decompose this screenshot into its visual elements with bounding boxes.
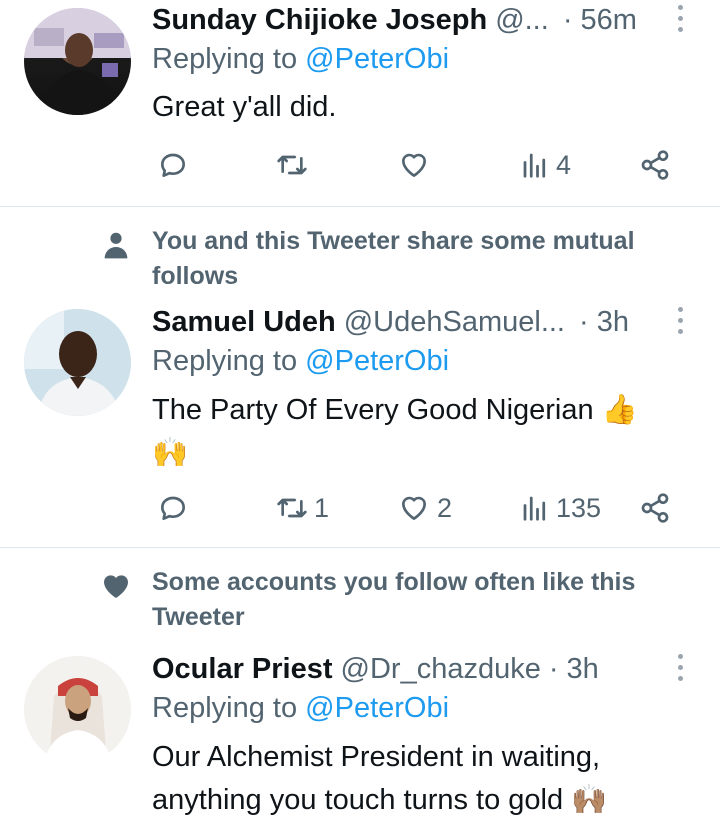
tweet-text-line: Great y'all did. xyxy=(152,91,337,123)
like-count: 2 xyxy=(437,492,453,523)
views-icon xyxy=(523,153,546,178)
avatar[interactable] xyxy=(24,8,131,115)
share-icon xyxy=(641,493,669,523)
like-button[interactable]: 2 xyxy=(397,488,452,528)
retweet-icon xyxy=(277,498,307,518)
replying-to-label: Replying to xyxy=(152,43,298,75)
tweet-1[interactable]: Sunday Chijioke Joseph @... · 56m Replyi… xyxy=(0,0,720,206)
tweet-2[interactable]: You and this Tweeter share some mutual f… xyxy=(0,207,720,547)
views-button[interactable]: 4 xyxy=(520,145,571,185)
reply-icon xyxy=(161,496,185,520)
mention-link[interactable]: @PeterObi xyxy=(305,692,449,724)
replying-to-label: Replying to xyxy=(152,345,298,377)
mention-link[interactable]: @PeterObi xyxy=(305,345,449,377)
display-name[interactable]: Sunday Chijioke Joseph xyxy=(152,4,487,37)
user-handle[interactable]: @Dr_chazduke xyxy=(341,653,541,686)
tweet-text: Our Alchemist President in waiting, anyt… xyxy=(152,736,692,822)
social-context: Some accounts you follow often like this… xyxy=(152,568,636,631)
replying-to-line: Replying to @PeterObi xyxy=(152,43,449,76)
tweet-time[interactable]: · 56m xyxy=(563,4,637,37)
avatar-figure xyxy=(24,309,131,416)
more-options-icon[interactable] xyxy=(672,304,688,336)
replying-to-label: Replying to xyxy=(152,692,298,724)
retweet-button[interactable] xyxy=(274,145,310,185)
tweet-text: The Party Of Every Good Nigerian 👍 🙌 xyxy=(152,389,692,475)
tweet-header: Sunday Chijioke Joseph @... · 56m xyxy=(152,0,670,40)
tweet-time[interactable]: · 3h xyxy=(549,653,599,686)
replying-to-line: Replying to @PeterObi xyxy=(152,345,449,378)
heart-icon xyxy=(402,496,426,520)
views-button[interactable]: 135 xyxy=(520,488,601,528)
tweet-text-line: Our Alchemist President in waiting, xyxy=(152,741,601,773)
reply-icon xyxy=(161,153,185,177)
share-icon xyxy=(641,150,669,180)
avatar-figure xyxy=(24,8,131,115)
mention-link[interactable]: @PeterObi xyxy=(305,43,449,75)
retweet-count: 1 xyxy=(314,492,330,523)
avatar-figure xyxy=(24,656,131,763)
action-bar: 4 xyxy=(152,145,682,185)
tweet-header: Samuel Udeh @UdehSamuel... · 3h xyxy=(152,302,670,342)
display-name[interactable]: Samuel Udeh xyxy=(152,306,336,339)
views-icon xyxy=(523,496,546,521)
user-handle[interactable]: @... xyxy=(495,4,549,37)
tweet-text-line: anything you touch turns to gold 🙌🏽 xyxy=(152,784,608,816)
share-button[interactable] xyxy=(639,145,671,185)
social-context: You and this Tweeter share some mutual f… xyxy=(152,227,635,290)
reply-button[interactable] xyxy=(157,145,189,185)
action-bar: 1 2 135 xyxy=(152,488,682,528)
heart-icon xyxy=(402,153,426,177)
more-options-icon[interactable] xyxy=(672,2,688,34)
share-button[interactable] xyxy=(639,488,671,528)
avatar[interactable] xyxy=(24,309,131,416)
display-name[interactable]: Ocular Priest xyxy=(152,653,333,686)
retweet-button[interactable]: 1 xyxy=(274,488,329,528)
heart-filled-icon xyxy=(104,575,128,598)
more-options-icon[interactable] xyxy=(672,651,688,683)
views-count: 135 xyxy=(556,492,602,523)
views-count: 4 xyxy=(556,149,572,180)
retweet-icon xyxy=(277,155,307,175)
like-button[interactable] xyxy=(397,145,431,185)
tweet-time[interactable]: · 3h xyxy=(579,306,629,339)
replying-to-line: Replying to @PeterObi xyxy=(152,692,449,725)
user-handle[interactable]: @UdehSamuel... xyxy=(344,306,565,339)
tweet-text-line: 🙌 xyxy=(152,437,189,469)
tweet-text: Great y'all did. xyxy=(152,86,692,129)
tweet-text-line: The Party Of Every Good Nigerian 👍 xyxy=(152,394,638,426)
reply-button[interactable] xyxy=(157,488,189,528)
avatar[interactable] xyxy=(24,656,131,763)
tweet-3[interactable]: Some accounts you follow often like this… xyxy=(0,548,720,822)
person-icon xyxy=(104,232,128,259)
tweet-header: Ocular Priest @Dr_chazduke · 3h xyxy=(152,649,670,689)
